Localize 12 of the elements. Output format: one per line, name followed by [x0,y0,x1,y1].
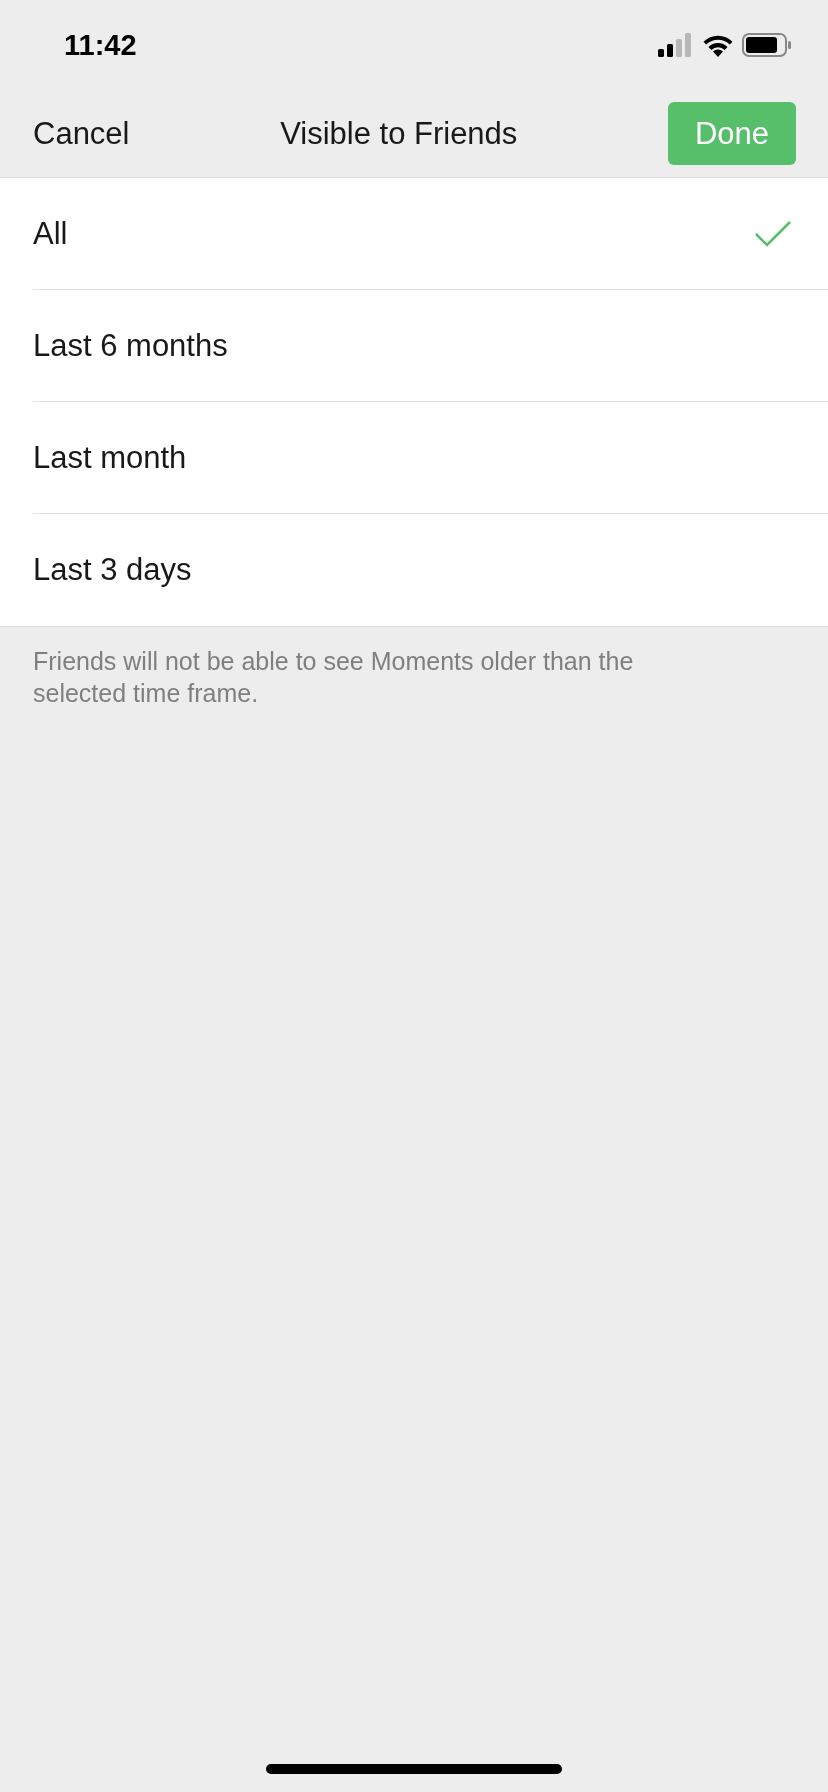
home-indicator[interactable] [266,1764,562,1774]
signal-icon [658,33,694,57]
footer-note: Friends will not be able to see Moments older than the selected time frame. [33,646,635,709]
wifi-icon [702,33,734,57]
status-time: 11:42 [64,28,138,62]
battery-icon [742,33,792,57]
option-row[interactable]: All [33,178,828,290]
cancel-button[interactable]: Cancel [33,115,130,152]
option-row[interactable]: Last 6 months [33,290,828,402]
option-row[interactable]: Last month [33,402,828,514]
option-row[interactable]: Last 3 days [33,514,828,626]
screen-title: Visible to Friends [279,115,519,152]
